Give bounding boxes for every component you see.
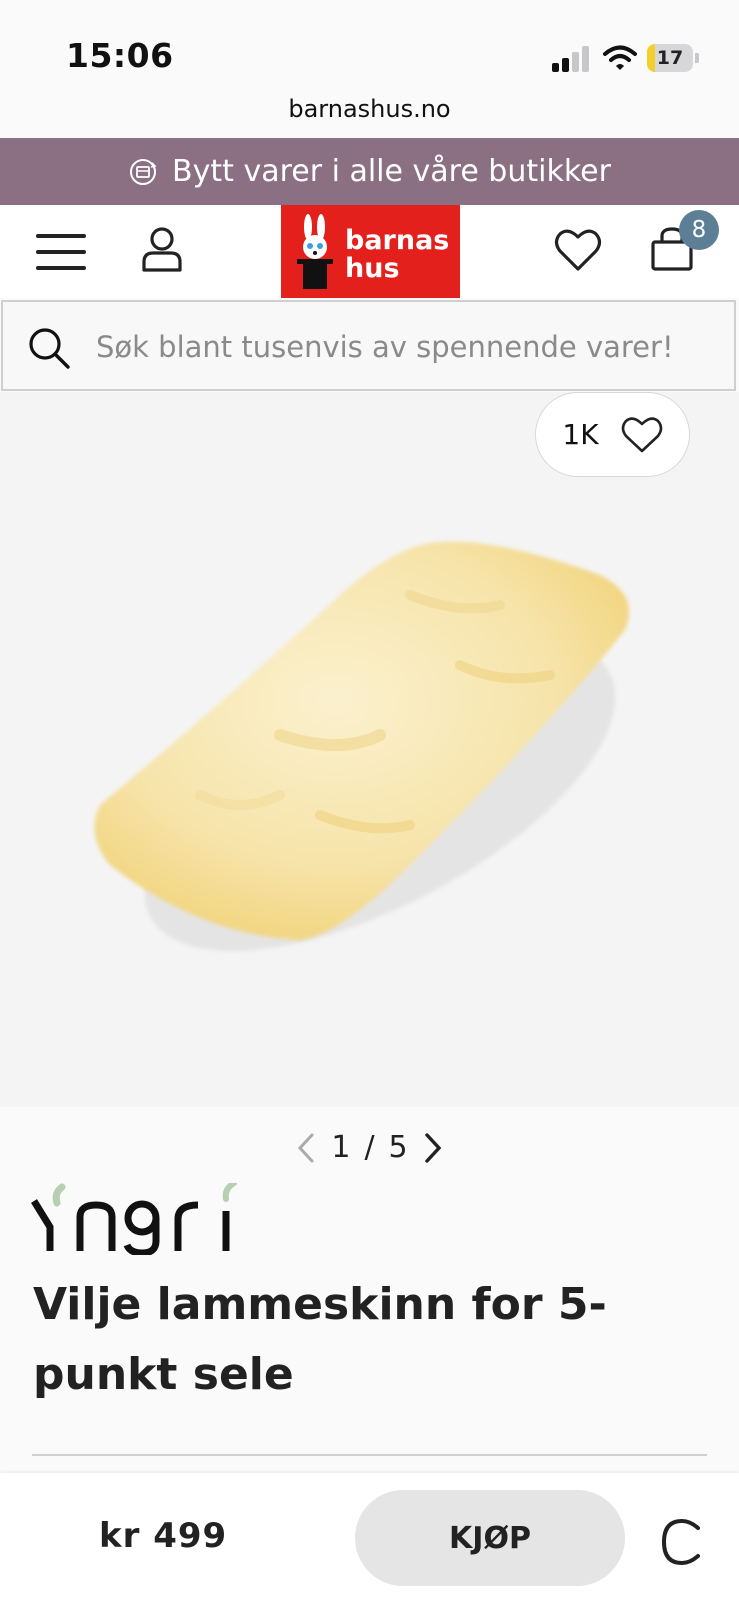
pager-total: 5 xyxy=(388,1130,408,1165)
battery-icon: 17 xyxy=(647,44,699,72)
product-price: kr 499 xyxy=(99,1516,228,1556)
hamburger-menu-icon[interactable] xyxy=(36,232,86,272)
buy-button[interactable]: KJØP xyxy=(355,1490,625,1586)
battery-level: 17 xyxy=(656,47,684,69)
promo-text: Bytt varer i alle våre butikker xyxy=(172,154,611,189)
logo-text: barnas xyxy=(345,225,450,256)
heart-icon[interactable] xyxy=(554,228,602,272)
user-icon[interactable] xyxy=(141,226,183,272)
pager-separator: / xyxy=(364,1130,375,1165)
cellular-signal-icon xyxy=(552,46,589,72)
exchange-icon xyxy=(130,158,157,185)
rabbit-in-hat-logo-icon xyxy=(297,214,333,289)
divider xyxy=(32,1454,707,1456)
like-button[interactable]: 1K xyxy=(535,392,690,477)
product-image xyxy=(94,541,630,951)
search-placeholder: Søk blant tusenvis av spennende varer! xyxy=(96,330,674,364)
chevron-left-icon[interactable] xyxy=(295,1132,317,1164)
product-title: Vilje lammeskinn for 5-punkt sele xyxy=(33,1279,607,1400)
promo-banner[interactable]: Bytt varer i alle våre butikker xyxy=(0,138,739,205)
brand-logo[interactable] xyxy=(30,1183,245,1255)
like-count: 1K xyxy=(562,418,599,451)
chevron-right-icon[interactable] xyxy=(422,1132,444,1164)
pager-current: 1 xyxy=(331,1130,351,1165)
heart-icon xyxy=(621,416,662,452)
reload-icon[interactable] xyxy=(660,1518,704,1566)
search-icon xyxy=(29,328,70,369)
image-pager: 1 / 5 xyxy=(0,1130,739,1165)
address-bar-url[interactable]: barnashus.no xyxy=(0,95,739,123)
cart-count-badge: 8 xyxy=(679,210,719,250)
status-time: 15:06 xyxy=(66,36,174,75)
logo-text: hus xyxy=(345,253,400,284)
wifi-icon xyxy=(603,45,637,70)
